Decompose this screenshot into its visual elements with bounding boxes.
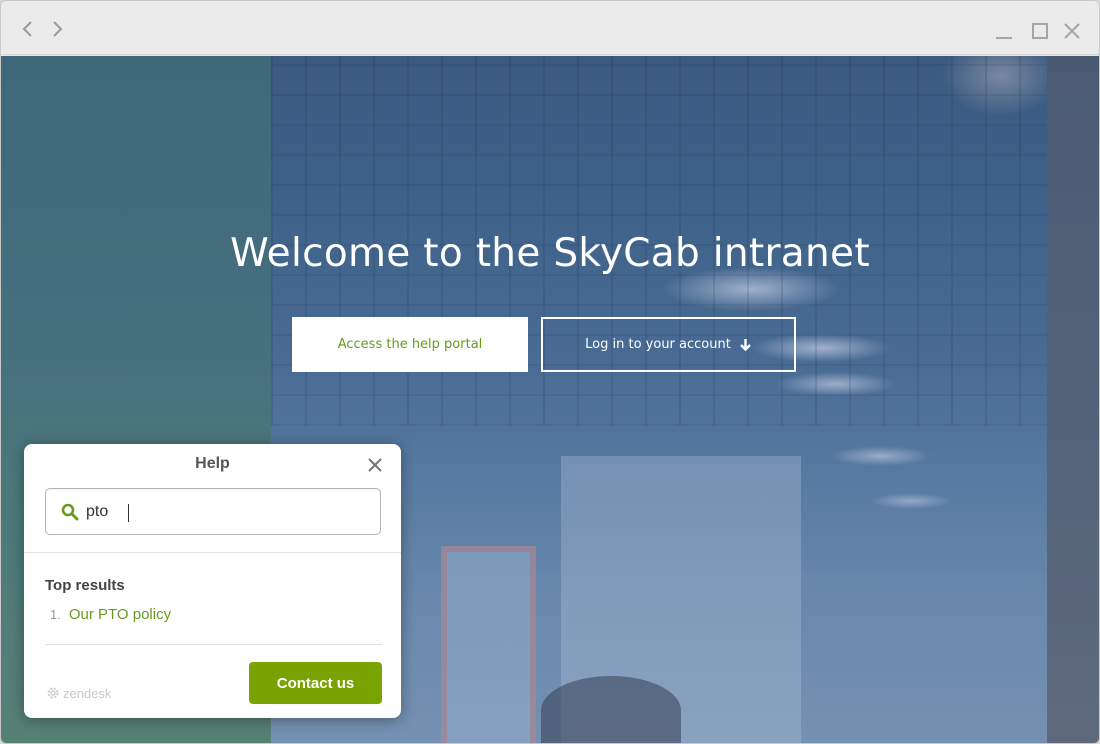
login-label: Log in to your account [585, 337, 731, 352]
divider [45, 644, 382, 645]
back-button[interactable] [17, 18, 39, 40]
hero-background-people [541, 676, 681, 743]
zendesk-brand-text: zendesk [63, 685, 112, 701]
results-heading: Top results [45, 577, 125, 594]
chevron-right-icon [53, 21, 63, 37]
result-link[interactable]: Our PTO policy [69, 606, 171, 623]
forward-button[interactable] [46, 18, 68, 40]
result-item[interactable]: 1. Our PTO policy [50, 606, 171, 623]
contact-us-button[interactable]: Contact us [249, 662, 382, 704]
minimize-icon [996, 37, 1012, 39]
login-button[interactable]: Log in to your account [541, 317, 796, 372]
maximize-icon [1032, 23, 1048, 39]
hero-background-right [1047, 56, 1099, 743]
close-icon [1064, 23, 1080, 39]
divider [24, 552, 401, 553]
result-number: 1. [50, 607, 61, 622]
help-search-box [45, 488, 381, 535]
hero-background-door [441, 546, 536, 743]
chevron-left-icon [22, 21, 32, 37]
arrow-down-icon [739, 339, 751, 351]
minimize-button[interactable] [994, 21, 1014, 41]
close-icon [368, 458, 382, 472]
help-widget-close-button[interactable] [366, 456, 384, 474]
hero-title: Welcome to the SkyCab intranet [230, 231, 870, 276]
access-help-portal-button[interactable]: Access the help portal [292, 317, 528, 372]
close-window-button[interactable] [1062, 21, 1082, 41]
text-caret [128, 504, 129, 522]
maximize-button[interactable] [1030, 21, 1050, 41]
zendesk-logo: zendesk [45, 685, 111, 701]
help-widget-title: Help [195, 455, 230, 472]
access-help-portal-label: Access the help portal [337, 337, 483, 352]
search-icon [60, 502, 80, 522]
gear-icon [47, 687, 59, 699]
browser-window: Welcome to the SkyCab intranet Access th… [0, 0, 1100, 744]
browser-titlebar [1, 1, 1099, 55]
help-widget: Help Top results 1. Our PTO policy zendes… [24, 444, 401, 718]
